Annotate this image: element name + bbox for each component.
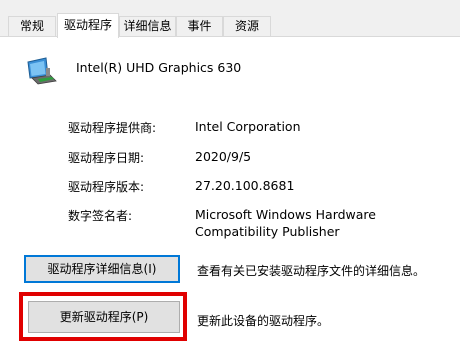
date-label: 驱动程序日期: — [68, 151, 145, 165]
driver-details-button[interactable]: 驱动程序详细信息(I) — [24, 255, 180, 283]
driver-properties-page: 常规 驱动程序 详细信息 事件 资源 Intel(R) UHD Graphics… — [0, 0, 460, 344]
update-driver-description: 更新此设备的驱动程序。 — [197, 314, 330, 328]
provider-value: Intel Corporation — [195, 119, 301, 134]
provider-label: 驱动程序提供商: — [68, 121, 157, 135]
display-adapter-icon — [26, 56, 58, 86]
driver-details-description: 查看有关已安装驱动程序文件的详细信息。 — [197, 264, 426, 278]
version-label: 驱动程序版本: — [68, 180, 145, 194]
update-driver-button[interactable]: 更新驱动程序(P) — [28, 301, 180, 333]
tab-strip: 常规 驱动程序 详细信息 事件 资源 — [0, 0, 460, 38]
date-value: 2020/9/5 — [195, 149, 252, 164]
tab-driver[interactable]: 驱动程序 — [57, 13, 119, 38]
device-name: Intel(R) UHD Graphics 630 — [76, 60, 242, 75]
signer-value-line1: Microsoft Windows Hardware — [195, 207, 376, 222]
tab-resources[interactable]: 资源 — [223, 16, 271, 36]
tab-general[interactable]: 常规 — [8, 16, 56, 36]
signer-value-line2: Compatibility Publisher — [195, 224, 340, 239]
tab-details[interactable]: 详细信息 — [119, 16, 176, 36]
version-value: 27.20.100.8681 — [195, 178, 295, 193]
tab-events[interactable]: 事件 — [176, 16, 223, 36]
signer-label: 数字签名者: — [68, 209, 133, 223]
